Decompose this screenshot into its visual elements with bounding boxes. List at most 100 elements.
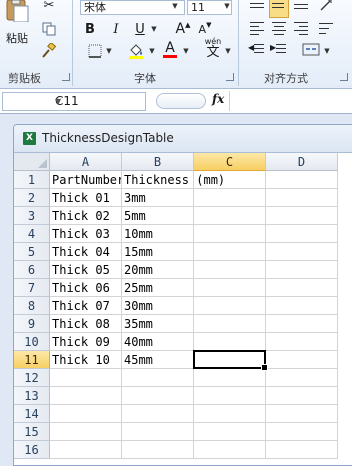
- column-header[interactable]: D: [266, 153, 338, 171]
- table-cell[interactable]: [266, 225, 338, 243]
- table-cell[interactable]: [50, 423, 122, 441]
- table-cell[interactable]: 45mm: [122, 351, 194, 369]
- phonetic-button[interactable]: wén 文: [202, 37, 224, 60]
- select-all-button[interactable]: [14, 153, 50, 171]
- font-launcher-icon[interactable]: [226, 73, 234, 81]
- align-left-button[interactable]: [248, 20, 266, 38]
- table-cell[interactable]: 3mm: [122, 189, 194, 207]
- table-cell[interactable]: [50, 441, 122, 459]
- table-cell[interactable]: [194, 369, 266, 387]
- table-cell[interactable]: 25mm: [122, 279, 194, 297]
- row-header[interactable]: 13: [14, 387, 50, 405]
- table-cell[interactable]: [266, 297, 338, 315]
- row-header[interactable]: 9: [14, 315, 50, 333]
- table-cell[interactable]: [194, 189, 266, 207]
- chevron-down-icon[interactable]: ▼: [223, 45, 233, 58]
- table-cell[interactable]: [194, 315, 266, 333]
- chevron-down-icon[interactable]: ▼: [322, 45, 332, 58]
- table-cell[interactable]: [266, 189, 338, 207]
- chevron-down-icon[interactable]: ▼: [222, 0, 232, 13]
- table-cell[interactable]: [194, 297, 266, 315]
- table-cell[interactable]: [50, 405, 122, 423]
- table-cell[interactable]: [266, 441, 338, 459]
- chevron-down-icon[interactable]: ▼: [181, 45, 191, 58]
- table-cell[interactable]: [194, 225, 266, 243]
- table-cell[interactable]: [122, 405, 194, 423]
- insert-function-button[interactable]: fx: [212, 92, 224, 106]
- borders-button[interactable]: [84, 42, 106, 60]
- column-header[interactable]: B: [122, 153, 194, 171]
- table-cell[interactable]: [122, 369, 194, 387]
- table-cell[interactable]: [266, 261, 338, 279]
- decrease-indent-button[interactable]: ◀: [248, 42, 266, 60]
- table-cell[interactable]: [194, 279, 266, 297]
- align-bottom-button[interactable]: [292, 0, 310, 18]
- row-header[interactable]: 5: [14, 243, 50, 261]
- table-cell[interactable]: [122, 441, 194, 459]
- cut-button[interactable]: ✂: [40, 0, 58, 14]
- row-header[interactable]: 15: [14, 423, 50, 441]
- chevron-down-icon[interactable]: ▼: [147, 45, 157, 58]
- table-cell[interactable]: 30mm: [122, 297, 194, 315]
- table-cell[interactable]: [266, 333, 338, 351]
- table-cell[interactable]: Thick 02: [50, 207, 122, 225]
- table-cell[interactable]: Thick 03: [50, 225, 122, 243]
- row-header[interactable]: 6: [14, 261, 50, 279]
- row-header[interactable]: 8: [14, 297, 50, 315]
- bold-button[interactable]: B: [82, 20, 98, 38]
- table-cell[interactable]: [266, 405, 338, 423]
- table-cell[interactable]: Thickness (mm): [122, 171, 225, 189]
- table-cell[interactable]: [266, 315, 338, 333]
- formula-splitter[interactable]: [156, 93, 206, 109]
- active-cell-selection[interactable]: [193, 350, 268, 371]
- table-cell[interactable]: Thick 10: [50, 351, 122, 369]
- table-cell[interactable]: [266, 279, 338, 297]
- column-header[interactable]: C: [194, 153, 266, 171]
- name-box[interactable]: C11 ▼: [2, 92, 146, 111]
- row-header[interactable]: 7: [14, 279, 50, 297]
- shrink-font-button[interactable]: A ▼: [196, 20, 214, 38]
- row-header[interactable]: 12: [14, 369, 50, 387]
- align-middle-button[interactable]: [269, 0, 289, 18]
- table-cell[interactable]: [122, 423, 194, 441]
- table-cell[interactable]: [266, 171, 338, 189]
- table-cell[interactable]: [50, 387, 122, 405]
- font-color-button[interactable]: A: [161, 40, 179, 58]
- row-header[interactable]: 3: [14, 207, 50, 225]
- table-cell[interactable]: Thick 08: [50, 315, 122, 333]
- align-top-button[interactable]: [248, 0, 266, 18]
- table-cell[interactable]: [194, 423, 266, 441]
- clipboard-launcher-icon[interactable]: [62, 73, 70, 81]
- table-cell[interactable]: [194, 387, 266, 405]
- italic-button[interactable]: I: [108, 20, 124, 38]
- table-cell[interactable]: 10mm: [122, 225, 194, 243]
- row-header[interactable]: 16: [14, 441, 50, 459]
- table-cell[interactable]: [194, 261, 266, 279]
- wrap-text-button[interactable]: [318, 20, 336, 38]
- table-cell[interactable]: 20mm: [122, 261, 194, 279]
- table-cell[interactable]: Thick 05: [50, 261, 122, 279]
- increase-indent-button[interactable]: ▶: [270, 42, 288, 60]
- table-cell[interactable]: Thick 06: [50, 279, 122, 297]
- table-cell[interactable]: [266, 369, 338, 387]
- row-header[interactable]: 2: [14, 189, 50, 207]
- table-cell[interactable]: PartNumber: [50, 171, 122, 189]
- table-cell[interactable]: [194, 207, 266, 225]
- orientation-button[interactable]: [318, 0, 336, 14]
- grow-font-button[interactable]: A ▲: [174, 20, 192, 38]
- table-cell[interactable]: Thick 07: [50, 297, 122, 315]
- chevron-down-icon[interactable]: ▼: [149, 23, 159, 36]
- table-cell[interactable]: [194, 441, 266, 459]
- table-cell[interactable]: [266, 423, 338, 441]
- chevron-down-icon[interactable]: ▼: [55, 93, 141, 110]
- table-cell[interactable]: [266, 243, 338, 261]
- align-center-button[interactable]: [270, 20, 288, 38]
- row-header[interactable]: 11: [14, 351, 50, 369]
- table-cell[interactable]: [266, 351, 338, 369]
- row-header[interactable]: 10: [14, 333, 50, 351]
- table-cell[interactable]: 35mm: [122, 315, 194, 333]
- table-cell[interactable]: 15mm: [122, 243, 194, 261]
- chevron-down-icon[interactable]: ▼: [170, 0, 180, 13]
- alignment-launcher-icon[interactable]: [340, 73, 348, 81]
- row-header[interactable]: 1: [14, 171, 50, 189]
